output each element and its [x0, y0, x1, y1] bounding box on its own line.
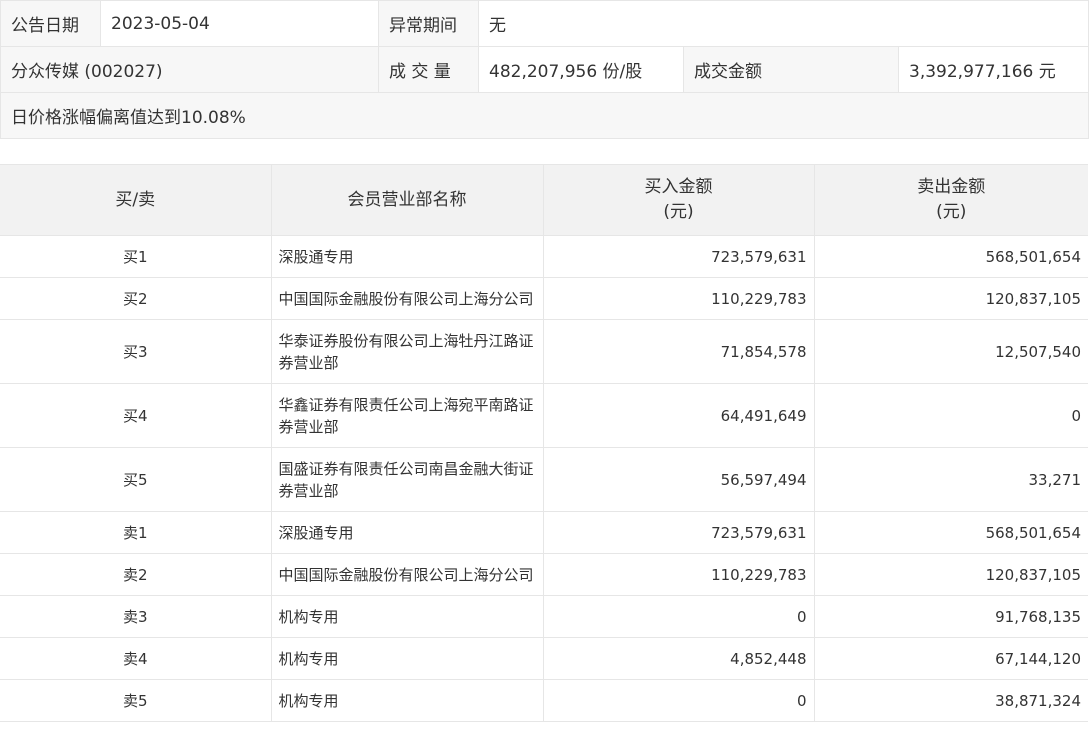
summary-row-stock: 分众传媒 (002027) 成 交 量 482,207,956 份/股 成交金额…: [0, 46, 1089, 93]
buy-amount-cell: 0: [543, 595, 815, 638]
sell-amount-cell: 568,501,654: [814, 511, 1088, 554]
table-row: 卖4 机构专用 4,852,448 67,144,120: [0, 637, 1088, 680]
table-row: 买4 华鑫证券有限责任公司上海宛平南路证券营业部 64,491,649 0: [0, 383, 1088, 448]
side-cell: 卖3: [0, 595, 272, 638]
side-cell: 卖5: [0, 679, 272, 722]
buy-amount-cell: 64,491,649: [543, 383, 815, 448]
header-buy-amount-label: 买入金额: [644, 177, 713, 197]
buy-amount-cell: 4,852,448: [543, 637, 815, 680]
table-header-row: 买/卖 会员营业部名称 买入金额 (元) 卖出金额 (元): [0, 164, 1088, 236]
buy-amount-cell: 71,854,578: [543, 319, 815, 384]
table-row: 买2 中国国际金融股份有限公司上海分公司 110,229,783 120,837…: [0, 277, 1088, 320]
announce-date-value: 2023-05-04: [100, 0, 379, 47]
side-cell: 买4: [0, 383, 272, 448]
amount-value: 3,392,977,166 元: [897, 46, 1089, 93]
buy-amount-cell: 110,229,783: [543, 277, 815, 320]
broker-cell: 华泰证券股份有限公司上海牡丹江路证券营业部: [271, 319, 544, 384]
abnormal-period-label: 异常期间: [378, 0, 479, 47]
table-row: 买3 华泰证券股份有限公司上海牡丹江路证券营业部 71,854,578 12,5…: [0, 319, 1088, 384]
buy-amount-cell: 110,229,783: [543, 553, 815, 596]
side-cell: 买2: [0, 277, 272, 320]
sell-amount-cell: 33,271: [814, 447, 1088, 512]
announce-date-label: 公告日期: [0, 0, 101, 47]
header-buy-amount: 买入金额 (元): [543, 164, 815, 236]
side-cell: 买1: [0, 235, 272, 278]
sell-amount-cell: 91,768,135: [814, 595, 1088, 638]
volume-value: 482,207,956 份/股: [478, 46, 684, 93]
buy-amount-cell: 56,597,494: [543, 447, 815, 512]
sell-amount-cell: 38,871,324: [814, 679, 1088, 722]
header-sell-amount: 卖出金额 (元): [814, 164, 1088, 236]
volume-label: 成 交 量: [378, 46, 479, 93]
sell-amount-cell: 12,507,540: [814, 319, 1088, 384]
deviation-reason: 日价格涨幅偏离值达到10.08%: [0, 92, 1089, 139]
broker-trade-table: 买/卖 会员营业部名称 买入金额 (元) 卖出金额 (元) 买1 深股通专用 7…: [0, 164, 1088, 722]
table-row: 卖5 机构专用 0 38,871,324: [0, 679, 1088, 722]
broker-cell: 深股通专用: [271, 235, 544, 278]
broker-cell: 中国国际金融股份有限公司上海分公司: [271, 277, 544, 320]
header-sell-amount-label: 卖出金额: [917, 177, 986, 197]
summary-table: 公告日期 2023-05-04 异常期间 无 分众传媒 (002027) 成 交…: [0, 0, 1089, 139]
table-row: 买5 国盛证券有限责任公司南昌金融大街证券营业部 56,597,494 33,2…: [0, 447, 1088, 512]
broker-cell: 机构专用: [271, 637, 544, 680]
abnormal-period-value: 无: [477, 0, 1089, 47]
buy-amount-cell: 723,579,631: [543, 511, 815, 554]
side-cell: 卖4: [0, 637, 272, 680]
header-broker: 会员营业部名称: [271, 164, 544, 236]
table-row: 买1 深股通专用 723,579,631 568,501,654: [0, 235, 1088, 278]
broker-cell: 中国国际金融股份有限公司上海分公司: [271, 553, 544, 596]
sell-amount-cell: 0: [814, 383, 1088, 448]
broker-cell: 机构专用: [271, 679, 544, 722]
sell-amount-cell: 120,837,105: [814, 277, 1088, 320]
sell-amount-cell: 120,837,105: [814, 553, 1088, 596]
table-row: 卖3 机构专用 0 91,768,135: [0, 595, 1088, 638]
side-cell: 买5: [0, 447, 272, 512]
summary-row-reason: 日价格涨幅偏离值达到10.08%: [0, 92, 1089, 139]
table-row: 卖1 深股通专用 723,579,631 568,501,654: [0, 511, 1088, 554]
header-side: 买/卖: [0, 164, 272, 236]
summary-row-date: 公告日期 2023-05-04 异常期间 无: [0, 0, 1089, 47]
side-cell: 买3: [0, 319, 272, 384]
stock-name: 分众传媒 (002027): [0, 46, 379, 93]
table-row: 卖2 中国国际金融股份有限公司上海分公司 110,229,783 120,837…: [0, 553, 1088, 596]
broker-cell: 机构专用: [271, 595, 544, 638]
buy-amount-cell: 0: [543, 679, 815, 722]
broker-cell: 华鑫证券有限责任公司上海宛平南路证券营业部: [271, 383, 544, 448]
sell-amount-cell: 67,144,120: [814, 637, 1088, 680]
header-sell-amount-unit: (元): [936, 202, 967, 222]
amount-label: 成交金额: [683, 46, 899, 93]
sell-amount-cell: 568,501,654: [814, 235, 1088, 278]
header-buy-amount-unit: (元): [663, 202, 694, 222]
broker-cell: 深股通专用: [271, 511, 544, 554]
buy-amount-cell: 723,579,631: [543, 235, 815, 278]
side-cell: 卖1: [0, 511, 272, 554]
broker-cell: 国盛证券有限责任公司南昌金融大街证券营业部: [271, 447, 544, 512]
side-cell: 卖2: [0, 553, 272, 596]
